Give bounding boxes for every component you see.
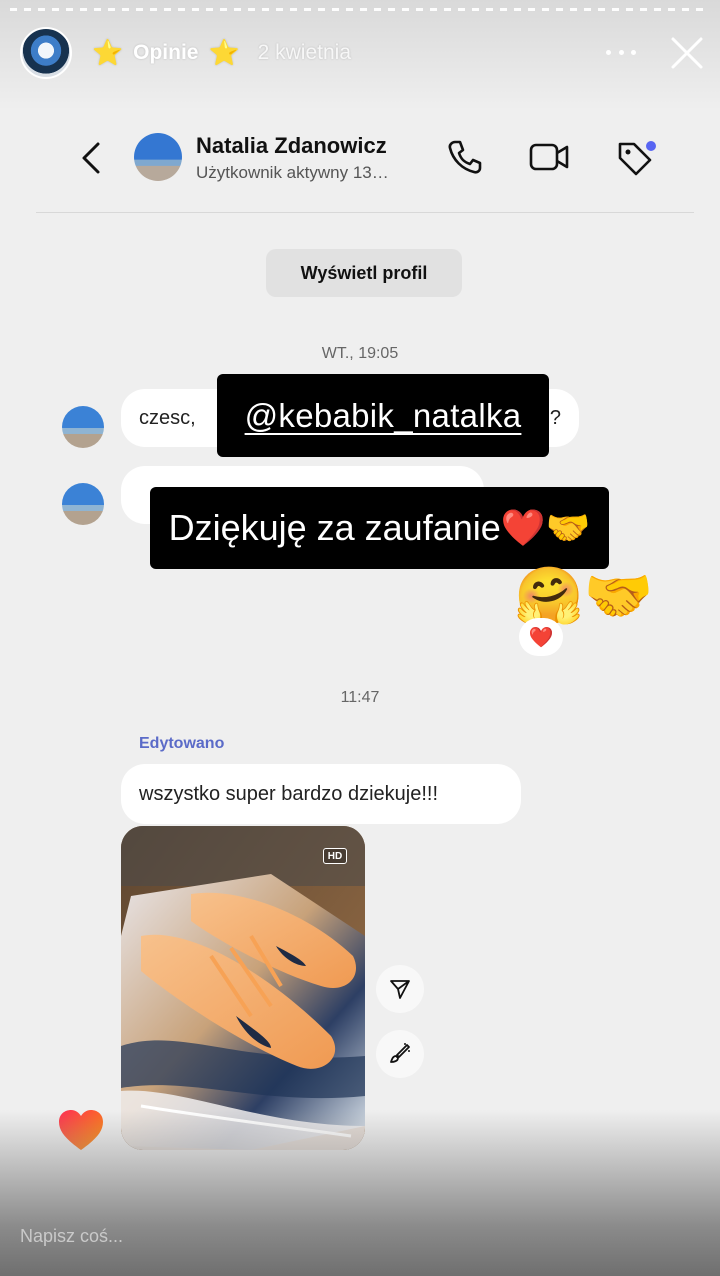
reaction-heart[interactable]: ❤️ [519,618,563,656]
brush-icon [390,1043,410,1063]
contact-name[interactable]: Natalia Zdanowicz [196,133,387,159]
edited-label: Edytowano [139,735,225,752]
edit-image-button[interactable] [376,1030,424,1078]
more-icon[interactable] [606,50,636,56]
story-progress-bar [10,8,710,11]
phone-icon[interactable] [446,138,484,176]
timestamp: WT., 19:05 [321,345,399,362]
story-avatar[interactable] [20,27,72,79]
story-title: Opinie [133,41,199,64]
tag-icon[interactable] [614,138,658,178]
notification-dot [646,141,656,151]
story-header: ⭐ Opinie ⭐ 2 kwietnia [92,36,351,70]
back-icon[interactable] [78,140,104,176]
caption-text: Dziękuję za zaufanie❤️🤝 [168,507,591,548]
header-divider [36,212,694,213]
message-avatar [62,406,104,448]
close-icon[interactable] [670,36,704,70]
caption-sticker: Dziękuję za zaufanie❤️🤝 [150,487,609,569]
mention-sticker[interactable]: @kebabik_natalka [217,374,549,457]
story-date: 2 kwietnia [257,41,352,64]
message-avatar [62,483,104,525]
message-text: wszystko super bardzo dziekuje!!! [139,782,439,805]
bottom-gradient [0,1110,720,1276]
star-icon: ⭐ [92,38,124,67]
send-icon [390,980,410,999]
shoes-photo [121,826,365,1150]
view-profile-button[interactable]: Wyświetl profil [266,249,462,297]
share-button[interactable] [376,965,424,1013]
star-icon: ⭐ [208,38,240,67]
photo-message[interactable] [121,826,365,1150]
message-text-end: ? [549,406,561,429]
contact-avatar[interactable] [134,133,182,181]
hd-badge: HD [323,848,347,864]
reply-input[interactable]: Napisz coś... [20,1226,123,1247]
message-text: czesc, [139,406,196,429]
mention-text: @kebabik_natalka [244,396,522,434]
timestamp: 11:47 [340,689,380,706]
contact-status: Użytkownik aktywny 13… [196,163,389,182]
video-icon[interactable] [528,140,570,174]
sent-emoji-message[interactable]: 🤗🤝 [514,568,653,624]
heart-icon: ❤️ [528,626,554,649]
message-bubble[interactable]: wszystko super bardzo dziekuje!!! [121,764,521,824]
